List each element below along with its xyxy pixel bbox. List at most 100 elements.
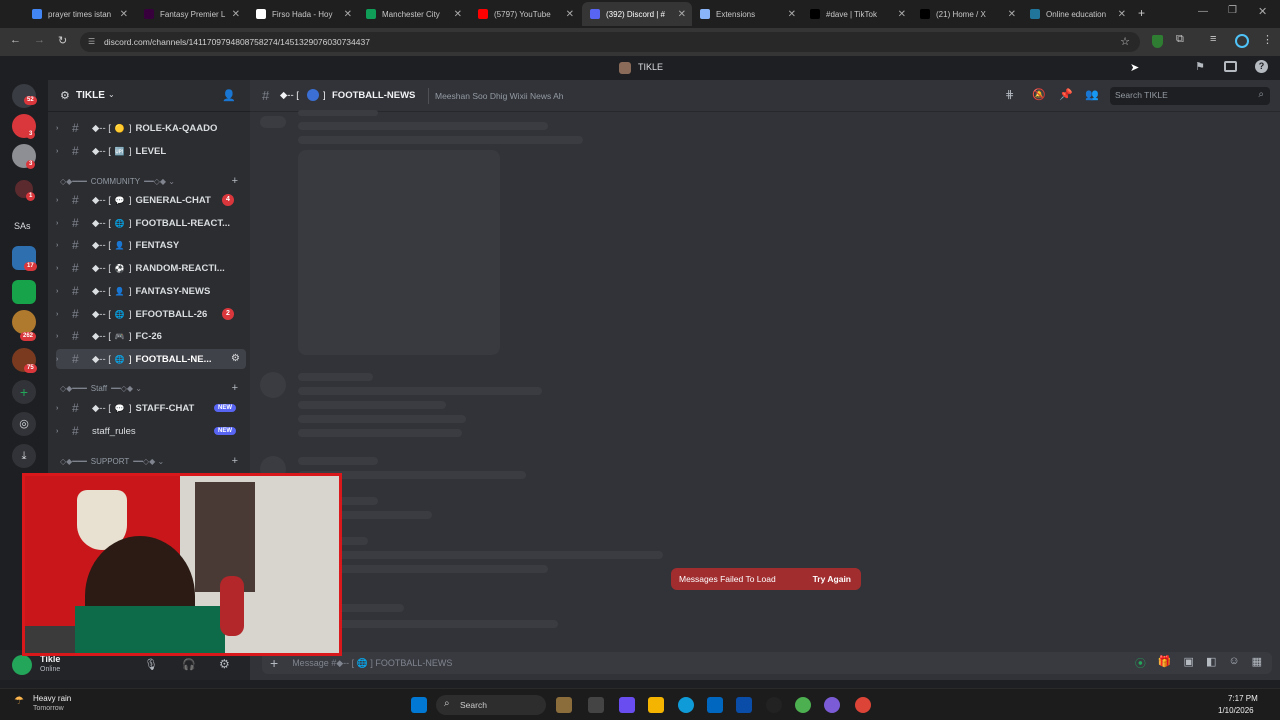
headphones-icon[interactable]: 🎧 [182, 658, 196, 671]
widgets-icon[interactable] [556, 697, 572, 713]
channel-item[interactable]: › # ◆-- [🟡] ROLE-KA-QAADO [56, 118, 246, 138]
server-icon-5[interactable] [12, 280, 36, 304]
try-again-button[interactable]: Try Again [813, 574, 851, 584]
microphone-icon[interactable]: 🎙 [144, 658, 158, 671]
maximize-icon[interactable]: ❐ [1228, 5, 1237, 16]
tab-close-icon[interactable]: ✕ [454, 9, 462, 20]
tab-close-icon[interactable]: ✕ [566, 9, 574, 20]
channel-item[interactable]: › # ◆-- [🌐] EFOOTBALL-26 2 [56, 304, 246, 324]
profile-avatar-icon[interactable] [1235, 34, 1249, 48]
clock-date[interactable]: 1/10/2026 [1218, 706, 1254, 715]
bookmark-star-icon[interactable]: ☆ [1120, 32, 1130, 52]
shield-extension-icon[interactable] [1152, 35, 1163, 48]
media-controls-icon[interactable]: ≡ [1210, 33, 1216, 45]
channel-item[interactable]: › # ◆-- [🆙] LEVEL [56, 141, 246, 161]
browser-tab[interactable]: Online education ✕ [1022, 2, 1132, 26]
forward-icon[interactable]: → [34, 34, 45, 46]
channel-category[interactable]: ◇◆━━━ COMMUNITY ━━◇◆ ⌄ + [56, 173, 246, 189]
weather-title[interactable]: Heavy rain [33, 694, 71, 703]
channel-category[interactable]: ◇◆━━━ SUPPORT ━━◇◆ ⌄ + [56, 453, 246, 469]
browser-tab[interactable]: Manchester City ✕ [358, 2, 468, 26]
channel-item[interactable]: › # ◆-- [💬] GENERAL-CHAT 4 [56, 190, 246, 210]
expand-caret-icon[interactable]: › [56, 125, 66, 132]
browser-tab[interactable]: Fantasy Premier L ✕ [136, 2, 246, 26]
minimize-icon[interactable]: — [1198, 6, 1208, 17]
channel-item[interactable]: › # ◆-- [🎮] FC-26 [56, 326, 246, 346]
expand-caret-icon[interactable]: › [56, 405, 66, 412]
message-composer[interactable]: + Message #◆-- [ 🌐 ] FOOTBALL-NEWS ⦿ 🎁 ▣… [262, 652, 1272, 674]
channel-item[interactable]: › # ◆-- [⚽] RANDOM-REACTI... [56, 258, 246, 278]
browser-tab[interactable]: (5797) YouTube ✕ [470, 2, 580, 26]
copilot-icon[interactable] [619, 697, 635, 713]
gift-icon[interactable]: 🎁 [1158, 655, 1172, 671]
message-input[interactable]: Message #◆-- [ 🌐 ] FOOTBALL-NEWS [292, 658, 452, 669]
expand-caret-icon[interactable]: › [56, 220, 66, 227]
browser-tab[interactable]: (392) Discord | # ✕ [582, 2, 692, 26]
emoji-icon[interactable]: ☺ [1228, 655, 1239, 671]
expand-caret-icon[interactable]: › [56, 265, 66, 272]
expand-caret-icon[interactable]: › [56, 148, 66, 155]
browser-tab[interactable]: prayer times istan ✕ [24, 2, 134, 26]
chrome-icon[interactable] [795, 697, 811, 713]
windows-start-icon[interactable] [411, 697, 427, 713]
discover-compass-icon[interactable]: ◎ [12, 412, 36, 436]
nitro-boost-icon[interactable]: ⦿ [1135, 655, 1146, 671]
back-icon[interactable]: ← [10, 34, 21, 46]
server-header[interactable]: ⚙ TIKLE ⌄ 👤 [48, 80, 250, 112]
server-sas-label[interactable]: SAs [14, 221, 31, 231]
expand-caret-icon[interactable]: › [56, 288, 66, 295]
tab-close-icon[interactable]: ✕ [120, 9, 128, 20]
member-list-icon[interactable]: 👥 [1085, 88, 1099, 101]
add-server-icon[interactable]: + [12, 380, 36, 404]
new-tab-icon[interactable]: + [1138, 6, 1145, 20]
attach-plus-icon[interactable]: + [270, 655, 278, 671]
search-box[interactable]: Search TIKLE ⌕ [1110, 87, 1270, 105]
file-explorer-icon[interactable] [648, 697, 664, 713]
tab-close-icon[interactable]: ✕ [788, 9, 796, 20]
add-channel-icon[interactable]: + [232, 382, 238, 394]
app-icon-dark[interactable] [766, 697, 782, 713]
taskbar-search-box[interactable]: ⌕ Search [436, 695, 546, 715]
channel-item[interactable]: › # ◆-- [💬] STAFF-CHAT NEW [56, 398, 246, 418]
close-window-icon[interactable]: ✕ [1258, 5, 1267, 18]
browser-menu-icon[interactable]: ⋮ [1262, 33, 1273, 46]
inbox-flag-icon[interactable]: ⚑ [1195, 60, 1205, 73]
expand-caret-icon[interactable]: › [56, 242, 66, 249]
chrome-profile-icon[interactable] [855, 697, 871, 713]
channel-item[interactable]: › # ◆-- [🌐] FOOTBALL-NE... ⚙ [56, 349, 246, 369]
user-settings-gear-icon[interactable]: ⚙ [219, 657, 230, 671]
tab-close-icon[interactable]: ✕ [898, 9, 906, 20]
download-icon[interactable]: ⤓ [12, 444, 36, 468]
channel-item[interactable]: › # ◆-- [👤] FANTASY-NEWS [56, 281, 246, 301]
threads-icon[interactable]: ⋕ [1005, 88, 1014, 101]
tab-close-icon[interactable]: ✕ [1008, 9, 1016, 20]
address-input[interactable]: ☰ discord.com/channels/14117097948087582… [80, 32, 1140, 52]
add-channel-icon[interactable]: + [232, 175, 238, 187]
browser-tab[interactable]: (21) Home / X ✕ [912, 2, 1022, 26]
screen-share-icon[interactable] [1224, 61, 1237, 72]
pinned-messages-icon[interactable]: 📌 [1059, 88, 1073, 101]
expand-caret-icon[interactable]: › [56, 356, 66, 363]
expand-caret-icon[interactable]: › [56, 333, 66, 340]
server-icon-6[interactable] [12, 310, 36, 334]
weather-icon[interactable]: ☂ [14, 694, 24, 707]
sticker-icon[interactable]: ◧ [1206, 655, 1216, 671]
invite-people-icon[interactable]: 👤 [222, 89, 236, 102]
reload-icon[interactable]: ↻ [58, 34, 67, 47]
help-icon[interactable]: ? [1255, 60, 1268, 73]
task-view-icon[interactable] [588, 697, 604, 713]
channel-item[interactable]: › # ◆-- [👤] FENTASY [56, 235, 246, 255]
avatar[interactable] [12, 655, 32, 675]
gif-icon[interactable]: ▣ [1184, 655, 1194, 671]
microsoft-store-icon[interactable] [707, 697, 723, 713]
site-info-icon[interactable]: ☰ [88, 32, 95, 52]
apps-icon[interactable]: ▦ [1252, 655, 1262, 671]
channel-item[interactable]: › # staff_rules NEW [56, 421, 246, 441]
tab-close-icon[interactable]: ✕ [344, 9, 352, 20]
extensions-icon[interactable]: ⧉ [1176, 33, 1184, 46]
channel-item[interactable]: › # ◆-- [🌐] FOOTBALL-REACT... [56, 213, 246, 233]
tab-close-icon[interactable]: ✕ [232, 9, 240, 20]
channel-category[interactable]: ◇◆━━━ Staff ━━◇◆ ⌄ + [56, 380, 246, 396]
expand-caret-icon[interactable]: › [56, 197, 66, 204]
clock-time[interactable]: 7:17 PM [1228, 694, 1258, 703]
